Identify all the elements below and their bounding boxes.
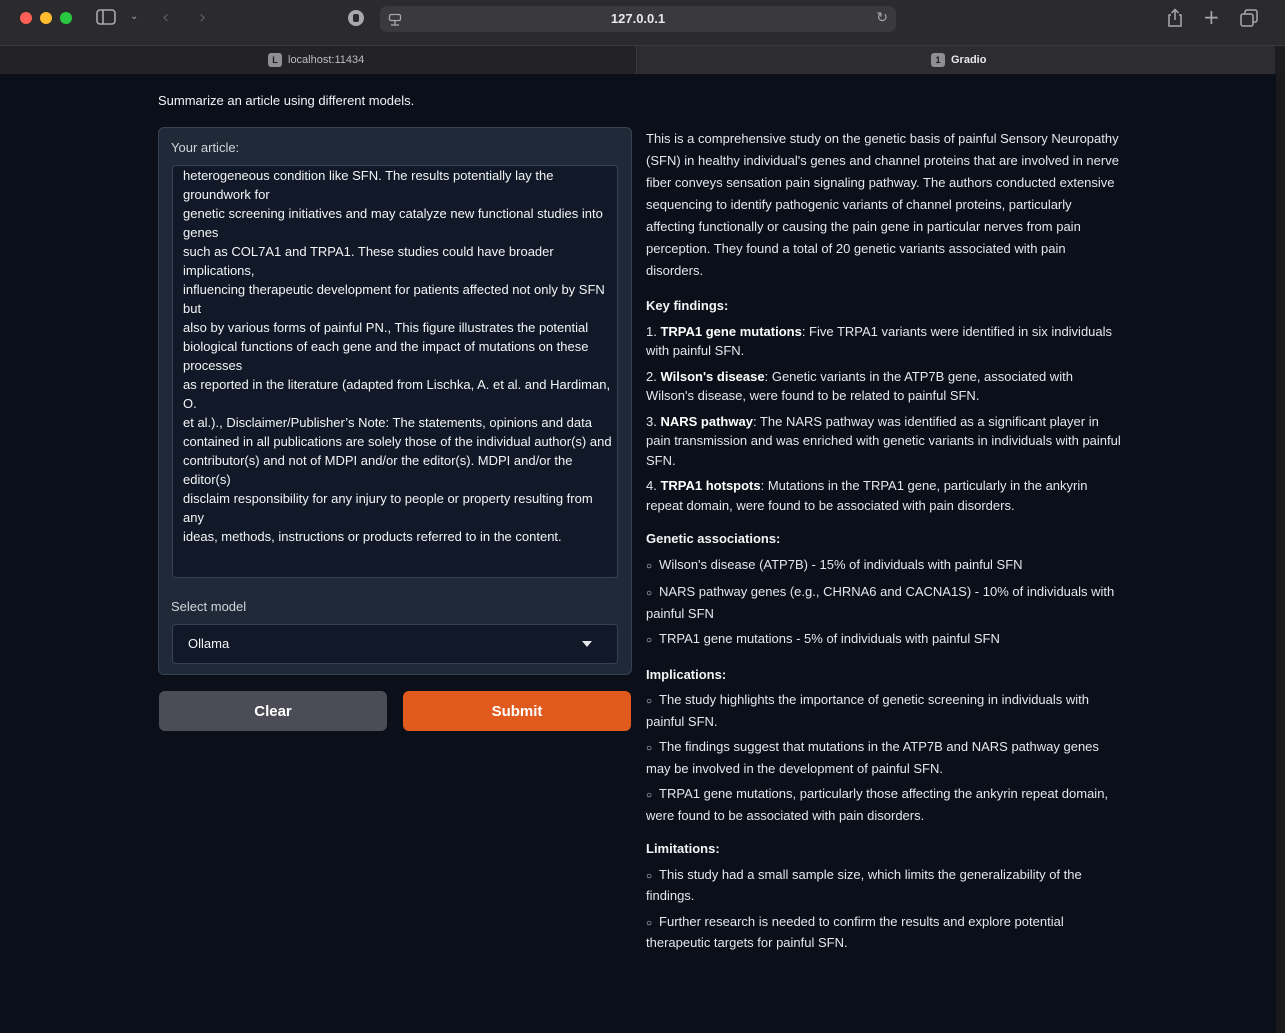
bullet-icon: ○ <box>646 635 653 646</box>
chevron-down-icon[interactable]: ⌄ <box>130 11 138 22</box>
item-title: TRPA1 gene mutations <box>660 323 802 339</box>
tab-gradio[interactable]: 1 Gradio <box>637 46 1275 74</box>
privacy-shield-icon[interactable] <box>347 9 365 31</box>
key-finding-item: 4. TRPA1 hotspots: Mutations in the TRPA… <box>646 476 1121 515</box>
tab-bar: L localhost:11434 ✕ 1 Gradio <box>0 45 1285 74</box>
implication-item: ○ The study highlights the importance of … <box>646 690 1121 731</box>
close-window-button[interactable] <box>20 12 32 24</box>
zoom-window-button[interactable] <box>60 12 72 24</box>
item-number: 1. <box>646 323 657 339</box>
item-text: NARS pathway genes (e.g., CHRNA6 and CAC… <box>646 584 1115 621</box>
key-finding-item: 2. Wilson's disease: Genetic variants in… <box>646 367 1121 406</box>
item-title: TRPA1 hotspots <box>660 478 761 493</box>
tab-overview-icon[interactable] <box>1240 9 1258 31</box>
url-text: 127.0.0.1 <box>610 11 666 26</box>
item-number: 4. <box>646 478 657 493</box>
tab-favicon: 1 <box>931 53 945 67</box>
page-description: Summarize an article using different mod… <box>158 93 415 108</box>
key-finding-item: 3. NARS pathway: The NARS pathway was id… <box>646 412 1121 471</box>
article-text: heterogeneous condition like SFN. The re… <box>183 168 612 544</box>
item-text: TRPA1 gene mutations - 5% of individuals… <box>659 631 1000 646</box>
clear-button[interactable]: Clear <box>159 691 387 731</box>
article-textarea[interactable]: heterogeneous condition like SFN. The re… <box>172 165 618 578</box>
dropdown-caret-icon <box>582 641 592 647</box>
tab-localhost[interactable]: L localhost:11434 <box>0 46 637 74</box>
item-number: 2. <box>646 368 657 384</box>
item-title: NARS pathway <box>660 413 753 429</box>
genetic-associations-heading: Genetic associations: <box>646 531 781 546</box>
window-edge <box>1276 73 1285 1033</box>
reload-icon[interactable]: ↻ <box>876 10 888 26</box>
genetic-item: ○ TRPA1 gene mutations - 5% of individual… <box>646 629 1121 651</box>
minimize-window-button[interactable] <box>40 12 52 24</box>
item-title: Wilson's disease <box>660 368 765 384</box>
bullet-icon: ○ <box>646 790 653 801</box>
tab-favicon: L <box>268 53 282 67</box>
key-findings-heading: Key findings: <box>646 298 729 313</box>
item-text: Wilson's disease (ATP7B) - 15% of indivi… <box>659 556 1023 572</box>
implication-item: ○ TRPA1 gene mutations, particularly thos… <box>646 784 1121 825</box>
share-icon[interactable] <box>1166 8 1184 32</box>
genetic-item: ○ Wilson's disease (ATP7B) - 15% of indiv… <box>646 555 1121 577</box>
forward-icon[interactable]: › <box>199 7 206 28</box>
summary-output: This is a comprehensive study on the gen… <box>646 128 1121 959</box>
tab-label: localhost:11434 <box>288 54 365 66</box>
item-text: The study highlights the importance of g… <box>646 692 1090 729</box>
limitation-item: ○ This study had a small sample size, whi… <box>646 865 1121 906</box>
limitations-heading: Limitations: <box>646 841 720 856</box>
implications-heading: Implications: <box>646 666 727 682</box>
implication-item: ○ The findings suggest that mutations in … <box>646 737 1121 778</box>
browser-toolbar: ⌄ ‹ › 127.0.0.1 ↻ + <box>0 0 1285 45</box>
item-number: 3. <box>646 413 657 429</box>
model-label: Select model <box>171 599 247 614</box>
key-finding-item: 1. TRPA1 gene mutations: Five TRPA1 vari… <box>646 322 1121 361</box>
bullet-icon: ○ <box>646 588 653 599</box>
new-tab-icon[interactable]: + <box>1203 5 1220 29</box>
bullet-icon: ○ <box>646 743 653 754</box>
item-text: The findings suggest that mutations in t… <box>646 739 1099 776</box>
bullet-icon: ○ <box>646 870 653 882</box>
genetic-item: ○ NARS pathway genes (e.g., CHRNA6 and CA… <box>646 582 1121 623</box>
item-text: TRPA1 gene mutations, particularly those… <box>646 786 1109 823</box>
back-icon[interactable]: ‹ <box>162 7 169 28</box>
submit-button[interactable]: Submit <box>403 691 631 731</box>
input-panel: Your article: heterogeneous condition li… <box>158 127 632 675</box>
summary-intro: This is a comprehensive study on the gen… <box>646 131 1119 278</box>
item-text: Further research is needed to confirm th… <box>646 913 1064 951</box>
sidebar-toggle-icon[interactable] <box>96 9 116 29</box>
article-label: Your article: <box>171 140 240 155</box>
address-bar[interactable]: 127.0.0.1 ↻ <box>380 6 896 32</box>
bullet-icon: ○ <box>646 560 653 572</box>
bullet-icon: ○ <box>646 696 653 707</box>
tab-label: Gradio <box>951 54 987 66</box>
model-dropdown[interactable]: Ollama <box>172 624 618 664</box>
item-text: This study had a small sample size, whic… <box>646 866 1082 904</box>
model-value: Ollama <box>188 636 230 651</box>
limitation-item: ○ Further research is needed to confirm t… <box>646 912 1121 953</box>
bullet-icon: ○ <box>646 917 653 929</box>
